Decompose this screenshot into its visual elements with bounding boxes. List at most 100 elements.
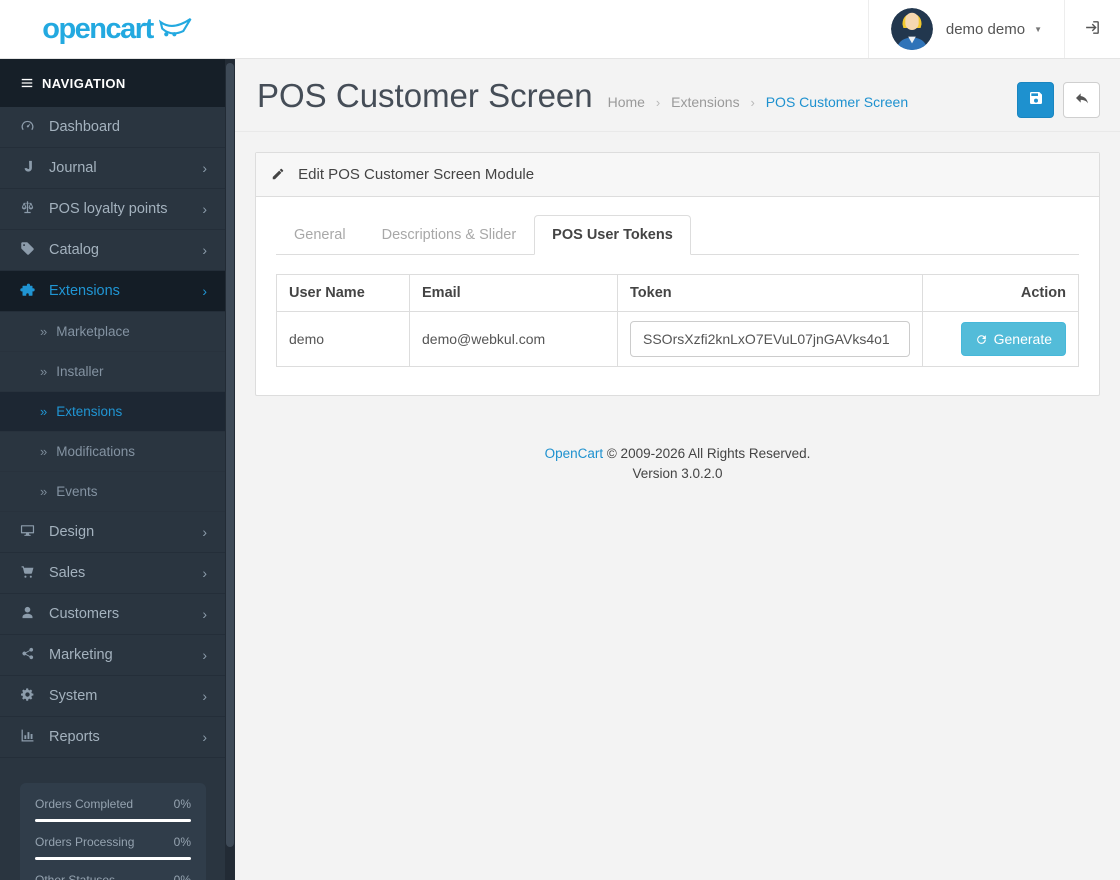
gear-icon — [20, 687, 43, 704]
breadcrumb-separator: › — [655, 95, 661, 110]
sidebar-subitem-extensions[interactable]: » Extensions — [0, 392, 225, 432]
main-content: POS Customer Screen Home › Extensions › … — [235, 59, 1120, 880]
dashboard-icon — [20, 118, 43, 135]
chevron-right-icon: › — [202, 283, 207, 299]
share-icon — [20, 646, 43, 663]
generate-button[interactable]: Generate — [960, 322, 1066, 356]
user-avatar — [890, 8, 933, 50]
version-text: Version 3.0.2.0 — [632, 465, 723, 481]
tags-icon — [20, 241, 43, 258]
chevron-right-icon: › — [202, 524, 207, 540]
sidebar-item-customers[interactable]: Customers › — [0, 594, 225, 635]
stat-value: 0% — [173, 797, 191, 811]
footer: OpenCart © 2009-2026 All Rights Reserved… — [235, 396, 1120, 483]
column-header-email: Email — [409, 274, 618, 312]
sidebar-scrollbar-thumb[interactable] — [226, 63, 234, 847]
navigation-header: NAVIGATION — [0, 59, 225, 107]
chevron-right-icon: › — [202, 688, 207, 704]
cell-action: Generate — [922, 311, 1079, 367]
journal-icon — [20, 159, 43, 176]
cell-email: demo@webkul.com — [409, 311, 618, 367]
tab-bar: General Descriptions & Slider POS User T… — [276, 215, 1079, 255]
sidebar-subitem-modifications[interactable]: » Modifications — [0, 432, 225, 472]
sidebar-item-pos-loyalty-points[interactable]: POS loyalty points › — [0, 189, 225, 230]
cart-icon — [20, 564, 43, 581]
chevron-right-icon: › — [202, 565, 207, 581]
pos-user-tokens-table: User Name Email Token Action demo demo@w… — [276, 274, 1079, 367]
progress-bar — [35, 819, 191, 822]
breadcrumb-separator: › — [750, 95, 755, 110]
table-header-row: User Name Email Token Action — [276, 274, 1079, 312]
stat-value: 0% — [173, 835, 191, 849]
tab-pos-user-tokens[interactable]: POS User Tokens — [534, 215, 691, 255]
back-icon — [1074, 90, 1090, 109]
stat-other-statuses: Other Statuses 0% — [35, 873, 191, 880]
angle-double-right-icon: » — [40, 444, 48, 459]
save-button[interactable] — [1017, 82, 1054, 118]
chevron-right-icon: › — [202, 729, 207, 745]
chevron-right-icon: › — [202, 201, 207, 217]
bar-chart-icon — [20, 728, 43, 745]
sidebar-subitem-events[interactable]: » Events — [0, 472, 225, 512]
opencart-logo[interactable]: opencart — [0, 0, 235, 58]
page-title: POS Customer Screen — [257, 77, 593, 114]
token-input[interactable] — [630, 321, 910, 357]
user-area: demo demo ▼ — [867, 0, 1120, 58]
sidebar-item-extensions[interactable]: Extensions › — [0, 271, 225, 312]
menu-icon — [20, 75, 34, 91]
breadcrumb-home[interactable]: Home — [608, 94, 645, 110]
panel-heading-label: Edit POS Customer Screen Module — [298, 166, 535, 183]
stat-label: Other Statuses — [35, 873, 116, 880]
tab-descriptions-slider[interactable]: Descriptions & Slider — [364, 215, 535, 255]
user-icon — [20, 605, 43, 622]
sidebar-item-design[interactable]: Design › — [0, 512, 225, 553]
chevron-right-icon: › — [202, 242, 207, 258]
sign-out-button[interactable] — [1065, 0, 1120, 58]
user-menu-button[interactable]: demo demo ▼ — [869, 0, 1064, 58]
chevron-right-icon: › — [202, 606, 207, 622]
sidebar-stats-panel: Orders Completed 0% Orders Processing 0%… — [20, 783, 206, 880]
edit-module-panel: Edit POS Customer Screen Module General … — [255, 152, 1100, 396]
breadcrumb-current: POS Customer Screen — [765, 94, 909, 110]
panel-body: General Descriptions & Slider POS User T… — [256, 197, 1099, 395]
angle-double-right-icon: » — [40, 364, 48, 379]
opencart-logo-text: opencart — [42, 12, 154, 45]
sidebar-subitem-marketplace[interactable]: » Marketplace — [0, 312, 225, 352]
sidebar-item-dashboard[interactable]: Dashboard — [0, 107, 225, 148]
sidebar-scrollbar-track[interactable] — [225, 59, 235, 880]
scale-icon — [20, 200, 43, 217]
breadcrumb-extensions[interactable]: Extensions — [671, 94, 739, 110]
puzzle-icon — [20, 282, 43, 299]
sidebar-item-system[interactable]: System › — [0, 676, 225, 717]
page-header: POS Customer Screen Home › Extensions › … — [235, 59, 1120, 132]
angle-double-right-icon: » — [40, 324, 48, 339]
refresh-icon — [975, 332, 988, 347]
page-actions — [1017, 82, 1100, 118]
stat-orders-processing: Orders Processing 0% — [35, 835, 191, 860]
sidebar-item-catalog[interactable]: Catalog › — [0, 230, 225, 271]
breadcrumb: Home › Extensions › POS Customer Screen — [608, 94, 908, 110]
sidebar-subitem-installer[interactable]: » Installer — [0, 352, 225, 392]
sidebar-item-marketing[interactable]: Marketing › — [0, 635, 225, 676]
sidebar-item-reports[interactable]: Reports › — [0, 717, 225, 758]
opencart-cart-icon — [158, 16, 193, 41]
sidebar-item-journal[interactable]: Journal › — [0, 148, 225, 189]
back-button[interactable] — [1063, 82, 1100, 118]
save-icon — [1028, 90, 1044, 109]
stat-orders-completed: Orders Completed 0% — [35, 797, 191, 822]
progress-bar — [35, 857, 191, 860]
angle-double-right-icon: » — [40, 484, 48, 499]
chevron-right-icon: › — [202, 647, 207, 663]
sidebar: NAVIGATION Dashboard Journal › POS loyal… — [0, 59, 225, 880]
opencart-footer-link[interactable]: OpenCart — [545, 446, 604, 461]
desktop-icon — [20, 523, 43, 540]
navigation-header-label: NAVIGATION — [42, 75, 126, 91]
stat-label: Orders Processing — [35, 835, 135, 849]
sign-out-icon — [1084, 19, 1101, 39]
tab-general[interactable]: General — [276, 215, 364, 255]
cell-token — [617, 311, 923, 367]
sidebar-item-sales[interactable]: Sales › — [0, 553, 225, 594]
user-name: demo demo — [945, 20, 1026, 38]
column-header-user-name: User Name — [276, 274, 410, 312]
stat-value: 0% — [173, 873, 191, 880]
